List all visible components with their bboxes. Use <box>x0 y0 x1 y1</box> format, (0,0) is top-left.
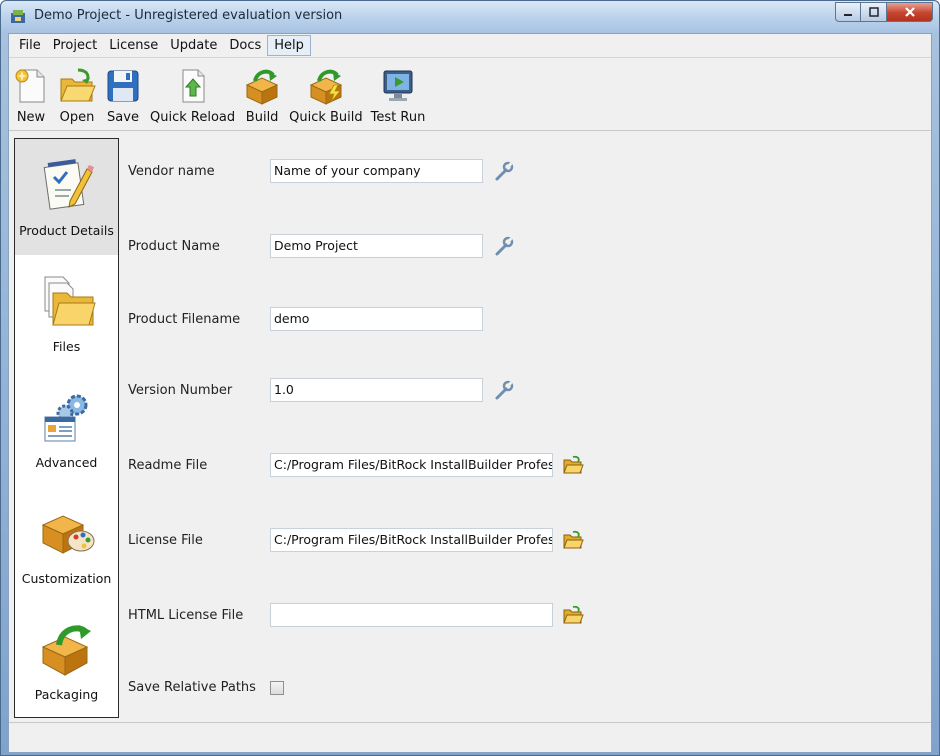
box-palette-icon <box>41 515 94 554</box>
app-icon <box>11 10 25 23</box>
wrench-icon <box>495 380 514 400</box>
version-number-label: Version Number <box>128 383 233 398</box>
new-document-icon <box>15 69 45 103</box>
box-arrow-icon <box>41 625 91 676</box>
menu-help[interactable]: Help <box>267 35 311 56</box>
save-relative-paths-checkbox[interactable] <box>270 681 284 695</box>
quick-build-button[interactable]: Quick Build <box>289 67 363 125</box>
vendor-name-label: Vendor name <box>128 164 215 179</box>
product-filename-label: Product Filename <box>128 312 241 327</box>
html-license-file-label: HTML License File <box>128 608 244 623</box>
gears-window-icon <box>44 394 87 442</box>
open-folder-icon <box>60 68 96 102</box>
sidebar-label-files: Files <box>52 339 81 354</box>
sidebar-label-customization: Customization <box>21 571 112 586</box>
sidebar-label-packaging: Packaging <box>34 687 99 702</box>
sidebar-label-advanced: Advanced <box>35 455 98 470</box>
minimize-button[interactable] <box>835 2 861 22</box>
product-name-input[interactable]: Demo Project <box>270 234 483 258</box>
menu-file[interactable]: File <box>13 36 47 55</box>
html-license-file-browse-button[interactable] <box>562 604 584 626</box>
close-icon <box>904 7 915 17</box>
readme-file-label: Readme File <box>128 458 208 473</box>
reload-document-icon <box>182 69 205 103</box>
wrench-icon <box>495 236 514 256</box>
html-license-file-input[interactable] <box>270 603 553 627</box>
wrench-icon <box>495 161 514 181</box>
open-label: Open <box>59 110 95 125</box>
notepad-pencil-icon <box>43 159 94 210</box>
product-name-label: Product Name <box>128 239 220 254</box>
close-button[interactable] <box>887 2 933 22</box>
toolbar: New Open Save Quick Reload Build Quick B… <box>9 59 931 131</box>
sidebar-item-customization[interactable]: Customization <box>15 487 118 603</box>
files-folder-icon <box>44 276 96 326</box>
new-label: New <box>16 110 46 125</box>
status-bar <box>9 722 931 752</box>
folder-open-icon <box>563 455 584 474</box>
new-button[interactable]: New <box>12 67 50 125</box>
license-file-label: License File <box>128 533 203 548</box>
window-controls <box>835 2 933 22</box>
open-button[interactable]: Open <box>58 67 96 125</box>
vendor-name-input[interactable]: Name of your company <box>270 159 483 183</box>
test-run-label: Test Run <box>370 110 426 125</box>
menu-license[interactable]: License <box>103 36 164 55</box>
product-details-form: Vendor name Name of your company Product… <box>119 138 931 718</box>
test-run-monitor-icon <box>383 70 413 101</box>
version-number-edit-button[interactable] <box>493 379 515 401</box>
quick-build-icon <box>309 69 343 105</box>
version-number-input[interactable]: 1.0 <box>270 378 483 402</box>
sidebar-label-product-details: Product Details <box>19 223 114 238</box>
sidebar: Product Details Files Advanced Customiza… <box>14 138 119 718</box>
sidebar-item-advanced[interactable]: Advanced <box>15 371 118 487</box>
quick-reload-button[interactable]: Quick Reload <box>150 67 235 125</box>
menu-update[interactable]: Update <box>164 36 223 55</box>
menu-docs[interactable]: Docs <box>223 36 267 55</box>
window-title: Demo Project - Unregistered evaluation v… <box>34 8 343 23</box>
folder-open-icon <box>563 605 584 624</box>
product-filename-input[interactable]: demo <box>270 307 483 331</box>
sidebar-item-files[interactable]: Files <box>15 255 118 371</box>
save-disk-icon <box>107 70 139 102</box>
test-run-button[interactable]: Test Run <box>370 67 426 125</box>
quick-reload-label: Quick Reload <box>150 110 236 125</box>
build-box-icon <box>245 69 279 105</box>
product-name-edit-button[interactable] <box>493 235 515 257</box>
vendor-name-edit-button[interactable] <box>493 160 515 182</box>
menu-bar: File Project License Update Docs Help <box>9 34 931 58</box>
sidebar-item-product-details[interactable]: Product Details <box>15 139 118 255</box>
save-relative-paths-label: Save Relative Paths <box>128 680 256 695</box>
build-label: Build <box>245 110 279 125</box>
license-file-browse-button[interactable] <box>562 529 584 551</box>
maximize-button[interactable] <box>861 2 887 22</box>
client-area: File Project License Update Docs Help Ne… <box>8 33 932 753</box>
sidebar-item-packaging[interactable]: Packaging <box>15 603 118 719</box>
app-window: Demo Project - Unregistered evaluation v… <box>0 0 940 756</box>
license-file-input[interactable]: C:/Program Files/BitRock InstallBuilder … <box>270 528 553 552</box>
maximize-icon <box>868 7 879 17</box>
menu-project[interactable]: Project <box>47 36 103 55</box>
build-button[interactable]: Build <box>243 67 281 125</box>
quick-build-label: Quick Build <box>289 110 363 125</box>
folder-open-icon <box>563 530 584 549</box>
readme-file-browse-button[interactable] <box>562 454 584 476</box>
title-bar[interactable]: Demo Project - Unregistered evaluation v… <box>1 1 939 33</box>
minimize-icon <box>844 14 852 16</box>
save-label: Save <box>107 110 139 125</box>
save-button[interactable]: Save <box>104 67 142 125</box>
readme-file-input[interactable]: C:/Program Files/BitRock InstallBuilder … <box>270 453 553 477</box>
